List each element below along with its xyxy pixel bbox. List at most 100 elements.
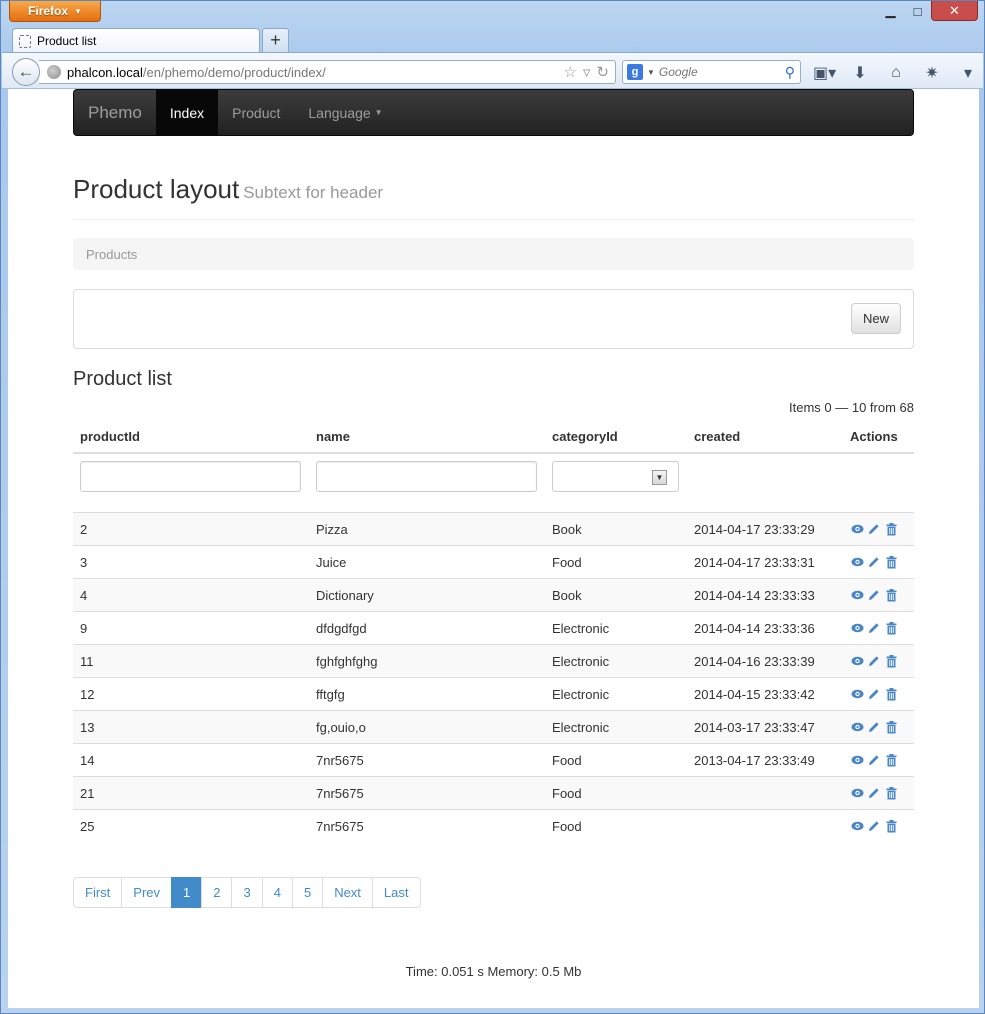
delete-trash-icon[interactable] — [884, 522, 898, 536]
edit-pencil-icon[interactable] — [867, 819, 881, 833]
cell-actions — [836, 512, 914, 546]
url-path: /en/phemo/demo/product/index/ — [142, 64, 326, 80]
close-window-icon[interactable]: ✕ — [931, 1, 978, 21]
table-row: 11 fghfghfghg Electronic 2014-04-16 23:33:3… — [73, 644, 914, 678]
cell-created: 2013-04-17 23:33:49 — [687, 743, 836, 777]
delete-trash-icon[interactable] — [884, 621, 898, 635]
delete-trash-icon[interactable] — [884, 720, 898, 734]
new-product-button[interactable]: New — [851, 303, 901, 334]
view-eye-icon[interactable] — [850, 654, 864, 668]
search-icon[interactable]: ⚲ — [785, 64, 800, 81]
nav-item-index[interactable]: Index — [155, 90, 219, 135]
globe-icon — [47, 65, 61, 79]
view-eye-icon[interactable] — [850, 621, 864, 635]
footer-stats: Time: 0.051 s Memory: 0.5 Mb — [405, 963, 582, 979]
history-dropdown-icon[interactable]: ▿ — [583, 63, 591, 81]
cell-created: 2014-04-14 23:33:33 — [687, 578, 836, 612]
view-eye-icon[interactable] — [850, 819, 864, 833]
delete-trash-icon[interactable] — [884, 588, 898, 602]
pagination-page-5[interactable]: 5 — [291, 876, 324, 908]
nav-item-language[interactable]: Language ▼ — [294, 90, 396, 135]
items-count: Items 0 — 10 from 68 — [789, 400, 914, 415]
edit-pencil-icon[interactable] — [867, 621, 881, 635]
dropdown-caret-icon: ▼ — [74, 6, 82, 16]
delete-trash-icon[interactable] — [884, 654, 898, 668]
filter-category-select[interactable]: ▼ — [552, 461, 679, 492]
edit-pencil-icon[interactable] — [867, 654, 881, 668]
nav-item-product[interactable]: Product — [218, 90, 294, 135]
bookmark-star-icon[interactable]: ☆ — [563, 63, 576, 81]
page-viewport: Phemo Index Product Language ▼ Product l… — [8, 89, 979, 1008]
list-title: Product list — [73, 368, 172, 390]
edit-pencil-icon[interactable] — [867, 753, 881, 767]
firefox-menu-button[interactable]: Firefox ▼ — [9, 1, 101, 22]
cell-created: 2014-04-14 23:33:36 — [687, 611, 836, 645]
pagination-page-1[interactable]: 1 — [171, 876, 203, 908]
new-tab-button[interactable]: + — [262, 28, 289, 52]
browser-tab[interactable]: Product list — [12, 28, 260, 53]
cell-name: fghfghfghg — [309, 644, 545, 678]
cell-productid: 13 — [73, 710, 309, 744]
delete-trash-icon[interactable] — [884, 555, 898, 569]
delete-trash-icon[interactable] — [884, 753, 898, 767]
pagination-page-2[interactable]: 2 — [201, 876, 233, 908]
cell-actions — [836, 545, 914, 579]
downloads-icon[interactable]: ⬇ — [849, 63, 871, 83]
pagination-prev[interactable]: Prev — [121, 876, 173, 908]
filter-productid-input[interactable] — [80, 461, 301, 492]
window-controls: ▁ □ ✕ — [877, 1, 978, 21]
caret-down-icon: ▼ — [374, 108, 383, 117]
cell-category: Food — [545, 743, 687, 777]
delete-trash-icon[interactable] — [884, 687, 898, 701]
back-button[interactable]: ← — [12, 58, 40, 86]
browser-toolbar: phalcon.local/en/phemo/demo/product/inde… — [2, 52, 983, 89]
url-host: phalcon.local — [67, 64, 143, 80]
filter-name-input[interactable] — [316, 461, 537, 492]
view-eye-icon[interactable] — [850, 753, 864, 767]
edit-pencil-icon[interactable] — [867, 588, 881, 602]
column-header-productid[interactable]: productId — [73, 421, 309, 454]
cell-created — [687, 776, 836, 810]
edit-pencil-icon[interactable] — [867, 786, 881, 800]
view-eye-icon[interactable] — [850, 786, 864, 800]
delete-trash-icon[interactable] — [884, 786, 898, 800]
delete-trash-icon[interactable] — [884, 819, 898, 833]
edit-pencil-icon[interactable] — [867, 522, 881, 536]
pagination-last[interactable]: Last — [371, 876, 421, 908]
column-header-categoryid[interactable]: categoryId — [545, 421, 687, 454]
cell-name: Juice — [309, 545, 545, 579]
google-icon[interactable]: g — [627, 64, 643, 80]
pagination-page-3[interactable]: 3 — [231, 876, 263, 908]
menu-dropdown-icon[interactable]: ▾ — [957, 63, 979, 83]
pagination-first[interactable]: First — [73, 876, 123, 908]
edit-pencil-icon[interactable] — [867, 720, 881, 734]
reload-icon[interactable]: ↻ — [596, 63, 609, 81]
navbar-brand[interactable]: Phemo — [74, 90, 156, 135]
search-bar[interactable]: g ▼ Google ⚲ — [622, 60, 801, 84]
minimize-icon[interactable]: ▁ — [877, 1, 904, 21]
view-eye-icon[interactable] — [850, 588, 864, 602]
pagination-page-4[interactable]: 4 — [261, 876, 293, 908]
column-header-name[interactable]: name — [309, 421, 545, 454]
bookmarks-menu-icon[interactable]: ▣▾ — [813, 63, 836, 83]
select-arrow-icon[interactable]: ▼ — [652, 470, 667, 485]
table-row: 9 dfdgdfgd Electronic 2014-04-14 23:33:36 — [73, 611, 914, 645]
pagination-next[interactable]: Next — [322, 876, 373, 908]
view-eye-icon[interactable] — [850, 522, 864, 536]
column-header-created[interactable]: created — [687, 421, 836, 454]
back-arrow-icon: ← — [17, 62, 35, 81]
cell-productid: 14 — [73, 743, 309, 777]
search-engine-caret-icon[interactable]: ▼ — [647, 68, 655, 77]
maximize-icon[interactable]: □ — [904, 1, 931, 21]
edit-pencil-icon[interactable] — [867, 555, 881, 569]
view-eye-icon[interactable] — [850, 720, 864, 734]
view-eye-icon[interactable] — [850, 687, 864, 701]
url-bar[interactable]: phalcon.local/en/phemo/demo/product/inde… — [39, 60, 616, 84]
view-eye-icon[interactable] — [850, 555, 864, 569]
firebug-icon[interactable]: ✷ — [921, 63, 943, 83]
cell-created: 2014-04-16 23:33:39 — [687, 644, 836, 678]
edit-pencil-icon[interactable] — [867, 687, 881, 701]
search-placeholder: Google — [658, 65, 698, 79]
browser-window: Firefox ▼ ▁ □ ✕ Product list + phalcon.l… — [0, 0, 985, 1014]
home-icon[interactable]: ⌂ — [885, 64, 907, 82]
